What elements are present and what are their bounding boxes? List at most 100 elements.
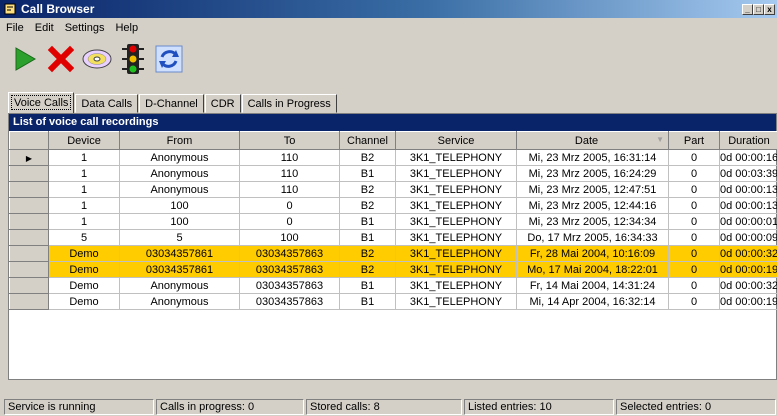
row-selector[interactable] [9,197,49,214]
table-row[interactable]: ▶ 1 Anonymous 110 B2 3K1_TELEPHONY Mi, 23 Mrz … [9,149,777,166]
cell-part: 0 [668,293,720,310]
row-selector[interactable] [9,165,49,182]
tab-cdr[interactable]: CDR [204,94,241,113]
column-header-channel[interactable]: Channel [339,131,396,150]
row-selector[interactable]: ▶ [9,149,49,166]
cell-part: 0 [668,277,720,294]
status-calls-in-progress: Calls in progress: 0 [156,399,304,415]
menu-settings[interactable]: Settings [65,22,105,34]
row-selector[interactable] [9,293,49,310]
row-selector[interactable] [9,213,49,230]
status-service: Service is running [4,399,154,415]
app-icon [4,3,16,15]
tab-d-channel[interactable]: D-Channel [139,94,204,113]
column-header-part[interactable]: Part [668,131,720,150]
start-button[interactable] [8,40,42,78]
row-selector[interactable] [9,277,49,294]
cell-to: 110 [239,181,340,198]
table-row[interactable]: 1 100 0 B1 3K1_TELEPHONY Mi, 23 Mrz 2005, 12:… [9,213,777,230]
cell-device: Demo [48,277,120,294]
title-bar: Call Browser _ □ x [0,0,777,18]
cell-from: Anonymous [119,181,240,198]
table-row[interactable]: Demo Anonymous 03034357863 B1 3K1_TELEPHONY F… [9,277,777,294]
cell-duration: 0d 00:00:19 [719,261,777,278]
current-row-arrow-icon: ▶ [25,153,33,163]
menu-file[interactable]: File [6,22,24,34]
cell-duration: 0d 00:00:13 [719,181,777,198]
cell-service: 3K1_TELEPHONY [395,245,517,262]
cell-from: Anonymous [119,165,240,182]
cell-channel: B2 [339,197,396,214]
table-row[interactable]: 1 100 0 B2 3K1_TELEPHONY Mi, 23 Mrz 2005, 12:… [9,197,777,214]
tab-calls-in-progress[interactable]: Calls in Progress [241,94,337,113]
cell-to: 03034357863 [239,277,340,294]
cell-to: 0 [239,213,340,230]
column-header-from[interactable]: From [119,131,240,150]
row-selector-header [9,131,49,150]
column-header-service[interactable]: Service [395,131,517,150]
table-row[interactable]: Demo 03034357861 03034357863 B2 3K1_TELEPHON… [9,245,777,262]
cell-from: 100 [119,213,240,230]
cell-device: Demo [48,261,120,278]
close-window-button[interactable]: x [764,3,775,15]
stop-button[interactable] [44,40,78,78]
column-header-to[interactable]: To [239,131,340,150]
cell-service: 3K1_TELEPHONY [395,197,517,214]
cell-channel: B1 [339,213,396,230]
cell-part: 0 [668,149,720,166]
table-row[interactable]: 1 Anonymous 110 B1 3K1_TELEPHONY Mi, 23 Mrz 2… [9,165,777,182]
row-selector[interactable] [9,245,49,262]
row-selector[interactable] [9,261,49,278]
cell-part: 0 [668,165,720,182]
row-selector[interactable] [9,229,49,246]
column-header-duration[interactable]: Duration [719,131,777,150]
cell-date: Mi, 23 Mrz 2005, 16:24:29 [516,165,669,182]
disc-button[interactable] [80,40,114,78]
table-row[interactable]: Demo Anonymous 03034357863 B1 3K1_TELEPHONY M… [9,293,777,310]
tab-voice-calls[interactable]: Voice Calls [8,92,75,113]
status-listed-entries: Listed entries: 10 [464,399,614,415]
menu-help[interactable]: Help [115,22,138,34]
table-row[interactable]: 1 Anonymous 110 B2 3K1_TELEPHONY Mi, 23 Mrz 2… [9,181,777,198]
table-row[interactable]: Demo 03034357861 03034357863 B2 3K1_TELEPHON… [9,261,777,278]
cell-duration: 0d 00:00:09 [719,229,777,246]
cell-service: 3K1_TELEPHONY [395,213,517,230]
status-bar: Service is running Calls in progress: 0 … [0,399,777,416]
cell-channel: B1 [339,277,396,294]
maximize-button[interactable]: □ [753,3,764,15]
cell-duration: 0d 00:00:32 [719,277,777,294]
cell-date: Mi, 14 Apr 2004, 16:32:14 [516,293,669,310]
status-selected-entries: Selected entries: 0 [616,399,776,415]
row-selector[interactable] [9,181,49,198]
cell-channel: B1 [339,229,396,246]
cell-date: Mi, 23 Mrz 2005, 16:31:14 [516,149,669,166]
traffic-light-button[interactable] [116,40,150,78]
sort-down-icon: ▼ [656,134,664,144]
play-icon [15,47,36,71]
cell-channel: B2 [339,245,396,262]
cell-channel: B1 [339,293,396,310]
window-title: Call Browser [21,2,95,16]
voice-calls-panel: List of voice call recordings Device Fro… [8,113,777,380]
cell-channel: B2 [339,149,396,166]
cell-to: 03034357863 [239,245,340,262]
menu-edit[interactable]: Edit [35,22,54,34]
table-row[interactable]: 5 5 100 B1 3K1_TELEPHONY Do, 17 Mrz 2005, 16:… [9,229,777,246]
cell-service: 3K1_TELEPHONY [395,229,517,246]
cell-duration: 0d 00:00:13 [719,197,777,214]
cell-device: 1 [48,197,120,214]
cell-to: 100 [239,229,340,246]
cell-from: Anonymous [119,277,240,294]
cell-device: Demo [48,293,120,310]
column-header-date[interactable]: Date ▼ [516,131,669,150]
refresh-button[interactable] [152,40,186,78]
minimize-button[interactable]: _ [742,3,753,15]
stop-icon [47,45,75,73]
column-header-device[interactable]: Device [48,131,120,150]
traffic-light-icon [122,44,144,74]
cell-date: Fr, 14 Mai 2004, 14:31:24 [516,277,669,294]
cell-to: 03034357863 [239,261,340,278]
cell-duration: 0d 00:00:19 [719,293,777,310]
cell-service: 3K1_TELEPHONY [395,293,517,310]
tab-data-calls[interactable]: Data Calls [75,94,139,113]
